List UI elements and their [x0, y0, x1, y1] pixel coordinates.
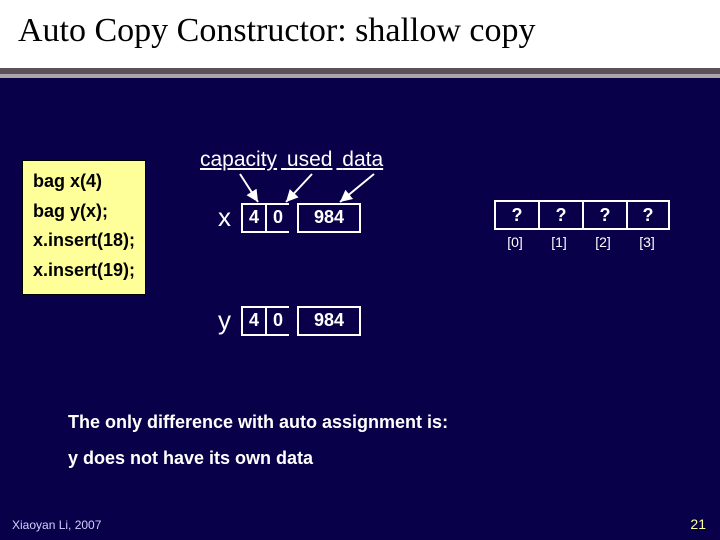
- idx-1: [1]: [538, 234, 582, 250]
- y-cells: 4 0 984: [241, 306, 361, 336]
- y-used: 0: [265, 306, 289, 336]
- note-line-1: The only difference with auto assignment…: [68, 412, 448, 433]
- array-cell-3: ?: [626, 200, 670, 230]
- footer-author: Xiaoyan Li, 2007: [12, 518, 101, 532]
- code-line-4: x.insert(19);: [33, 256, 135, 286]
- array-cell-1: ?: [538, 200, 582, 230]
- heap-array: ? ? ? ? [0] [1] [2] [3]: [494, 200, 670, 250]
- array-cell-0: ?: [494, 200, 538, 230]
- label-used: used: [287, 148, 333, 171]
- code-line-2: bag y(x);: [33, 197, 135, 227]
- title-area: Auto Copy Constructor: shallow copy: [0, 0, 720, 68]
- band-mid: [0, 74, 720, 78]
- idx-0: [0]: [494, 234, 538, 250]
- object-y-row: y 4 0 984: [218, 305, 361, 336]
- y-data-ptr: 984: [297, 306, 361, 336]
- array-cell-2: ?: [582, 200, 626, 230]
- x-data-ptr: 984: [297, 203, 361, 233]
- footer-page: 21: [690, 516, 706, 532]
- code-box: bag x(4) bag y(x); x.insert(18); x.inser…: [22, 160, 146, 295]
- object-x-row: x 4 0 984: [218, 202, 361, 233]
- x-cells: 4 0 984: [241, 203, 361, 233]
- idx-3: [3]: [626, 234, 670, 250]
- var-y: y: [218, 305, 231, 336]
- code-line-3: x.insert(18);: [33, 226, 135, 256]
- array-cells: ? ? ? ?: [494, 200, 670, 230]
- x-used: 0: [265, 203, 289, 233]
- idx-2: [2]: [582, 234, 626, 250]
- label-capacity: capacity: [200, 148, 277, 171]
- var-x: x: [218, 202, 231, 233]
- y-capacity: 4: [241, 306, 265, 336]
- slide-title: Auto Copy Constructor: shallow copy: [18, 12, 702, 50]
- x-capacity: 4: [241, 203, 265, 233]
- array-indices: [0] [1] [2] [3]: [494, 234, 670, 250]
- label-data: data: [342, 148, 383, 171]
- code-line-1: bag x(4): [33, 167, 135, 197]
- field-labels: capacity used data: [200, 148, 387, 172]
- note-line-2: y does not have its own data: [68, 448, 313, 469]
